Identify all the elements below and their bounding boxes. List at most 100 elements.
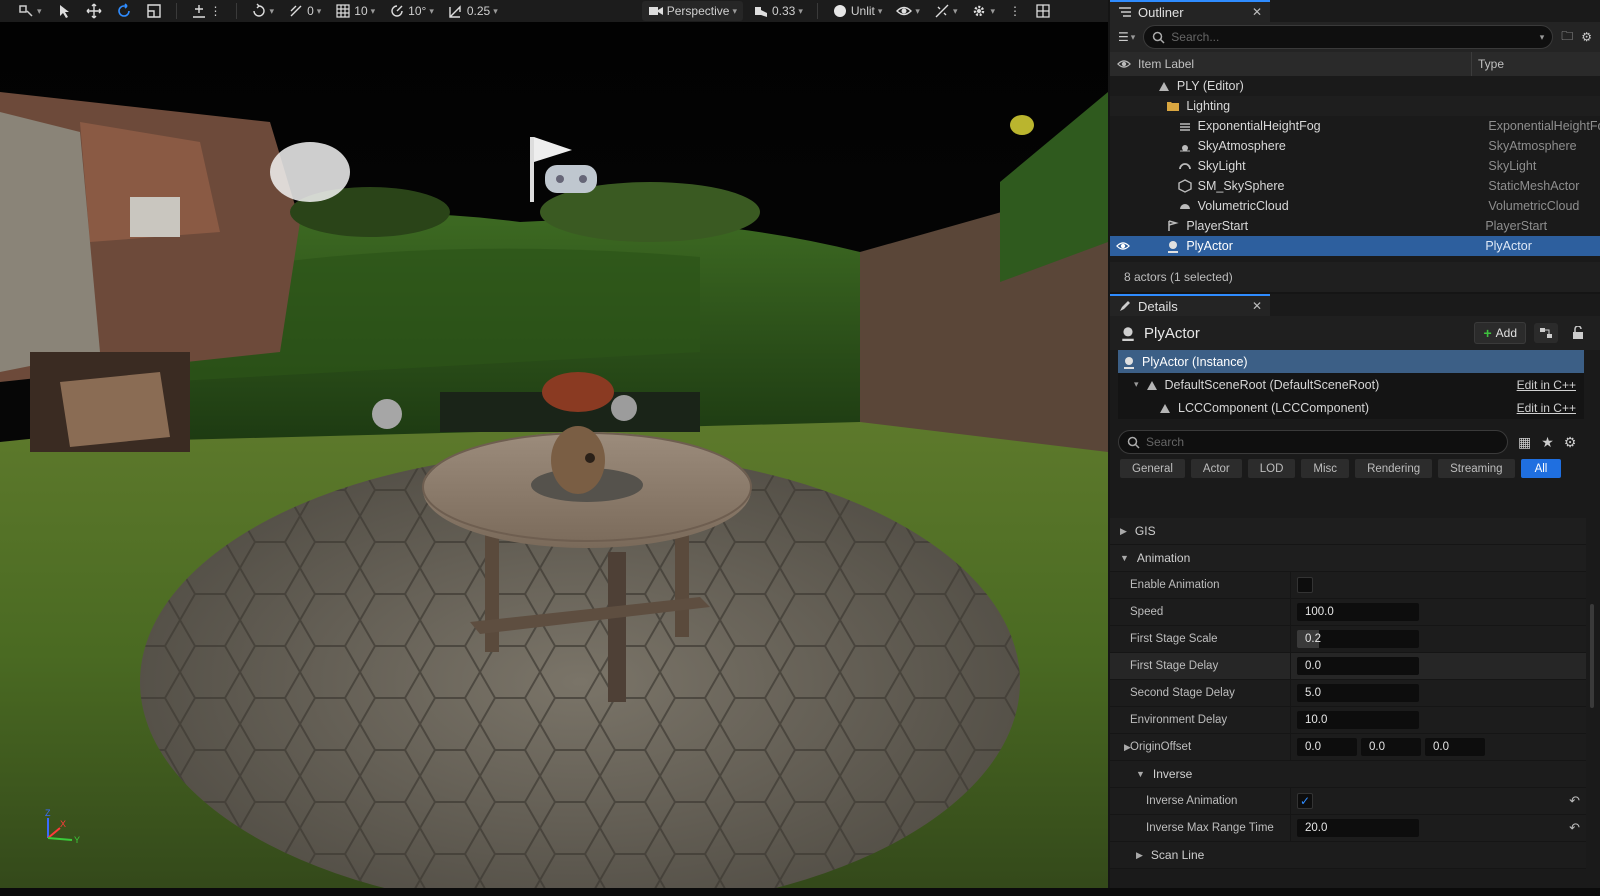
view-mode-button[interactable]: Perspective ▾ [641, 1, 743, 21]
viewport-more-button[interactable]: ⋮ [1005, 1, 1025, 21]
category-gis[interactable]: ▶ GIS [1110, 518, 1586, 545]
star-icon[interactable]: ★ [1541, 434, 1554, 451]
edit-in-cpp-link[interactable]: Edit in C++ [1517, 378, 1576, 392]
tree-row-folder[interactable]: Lighting [1110, 96, 1600, 116]
close-icon[interactable]: ✕ [1252, 5, 1262, 19]
table-view-icon[interactable]: ▦ [1518, 434, 1531, 451]
actor-name[interactable]: PlyActor [1144, 325, 1466, 342]
tree-row[interactable]: SkyLight SkyLight [1110, 156, 1600, 176]
camera-speed-button[interactable]: 0.33 ▾ [749, 1, 807, 21]
chevron-down-icon: ▼ [1136, 769, 1145, 779]
camera-speed-icon [754, 7, 767, 17]
component-row[interactable]: ▾ DefaultSceneRoot (DefaultSceneRoot) Ed… [1118, 373, 1584, 396]
component-row-instance[interactable]: PlyActor (Instance) [1118, 350, 1584, 373]
close-icon[interactable]: ✕ [1252, 299, 1262, 313]
tree-row-selected[interactable]: PlyActor PlyActor [1110, 236, 1600, 256]
origin-offset-x-input[interactable]: 0.0 [1297, 738, 1357, 756]
translate-tool-button[interactable] [82, 1, 106, 21]
first-stage-delay-input[interactable]: 0.0 [1297, 657, 1419, 675]
tree-row[interactable]: VolumetricCloud VolumetricCloud [1110, 196, 1600, 216]
details-scrollbar[interactable] [1590, 604, 1594, 708]
add-component-button[interactable]: + Add [1474, 322, 1526, 344]
enable-animation-checkbox[interactable] [1297, 577, 1313, 593]
second-stage-delay-input[interactable]: 5.0 [1297, 684, 1419, 702]
chevron-down-icon: ▾ [316, 5, 322, 16]
surface-snap-button[interactable]: ⋮ [187, 1, 226, 21]
select-tool-button[interactable] [52, 1, 76, 21]
chevron-down-icon: ▾ [370, 5, 376, 16]
speed-input[interactable]: 100.0 [1297, 603, 1419, 621]
chevron-right-icon[interactable]: ▶ [1124, 742, 1131, 753]
tree-row[interactable]: SkyAtmosphere SkyAtmosphere [1110, 136, 1600, 156]
chevron-down-icon[interactable]: ▾ [1134, 379, 1139, 390]
tab-outliner[interactable]: Outliner ✕ [1110, 0, 1270, 22]
filter-rendering[interactable]: Rendering [1355, 459, 1433, 478]
chevron-down-icon: ▾ [990, 5, 996, 16]
grid-snap-button[interactable]: 10 ▾ [331, 1, 379, 21]
environment-delay-input[interactable]: 10.0 [1297, 711, 1419, 729]
outliner-search-input[interactable]: Search... ▾ [1143, 25, 1554, 49]
tree-row[interactable]: ExponentialHeightFog ExponentialHeightFo… [1110, 116, 1600, 136]
more-options-icon: ⋮ [209, 4, 222, 18]
filter-actor[interactable]: Actor [1190, 459, 1242, 478]
subcategory-scan-line[interactable]: ▶ Scan Line [1110, 842, 1586, 869]
tree-row[interactable]: PLY (Editor) [1110, 76, 1600, 96]
world-local-toggle[interactable]: ▾ [247, 1, 279, 21]
origin-offset-y-input[interactable]: 0.0 [1361, 738, 1421, 756]
lock-button[interactable] [1566, 323, 1590, 343]
viewport-settings-button[interactable]: ▾ [967, 1, 999, 21]
level-viewport[interactable]: Z X Y ▾ ⋮ ▾ 0 ▾ 10 ▾ 10° ▾ 0.25 ▾ Perspe… [0, 0, 1108, 896]
gear-icon[interactable]: ⚙ [1564, 434, 1577, 451]
eye-icon[interactable] [1117, 57, 1131, 71]
subcategory-inverse[interactable]: ▼ Inverse [1110, 761, 1586, 788]
filter-streaming[interactable]: Streaming [1438, 459, 1515, 478]
rotation-snap-button[interactable]: 0 ▾ [284, 1, 325, 21]
column-item-label[interactable]: Item Label [1138, 52, 1472, 76]
eye-icon[interactable] [1116, 239, 1131, 253]
blueprint-button[interactable] [1534, 323, 1558, 343]
chevron-down-icon[interactable]: ▾ [1540, 32, 1545, 43]
outliner-tab-bar: Outliner ✕ [1110, 0, 1600, 22]
component-row[interactable]: LCCComponent (LCCComponent) Edit in C++ [1118, 396, 1584, 419]
gear-icon[interactable]: ⚙ [1581, 30, 1592, 44]
chevron-right-icon: ▶ [1120, 525, 1127, 536]
actor-icon [1124, 356, 1134, 369]
filter-all[interactable]: All [1520, 459, 1562, 478]
scale-tool-button[interactable] [142, 1, 166, 21]
angle-snap-button[interactable]: 10° ▾ [385, 1, 438, 21]
tree-row[interactable]: PlayerStart PlayerStart [1110, 216, 1600, 236]
eye-icon [896, 6, 913, 16]
tab-details[interactable]: Details ✕ [1110, 294, 1270, 316]
lighting-mode-button[interactable]: Unlit ▾ [828, 1, 887, 21]
viewport-options-button[interactable]: ▾ [14, 1, 46, 21]
filter-general[interactable]: General [1120, 459, 1185, 478]
more-options-icon: ⋮ [1009, 4, 1022, 18]
details-search-input[interactable]: Search [1118, 430, 1508, 454]
first-stage-scale-input[interactable]: 0.2 [1297, 630, 1419, 648]
inverse-max-range-time-input[interactable]: 20.0 [1297, 819, 1419, 837]
column-type[interactable]: Type [1472, 57, 1504, 71]
viewport-scene[interactable]: Z X Y [0, 22, 1108, 896]
reset-to-default-icon[interactable]: ↶ [1569, 793, 1580, 809]
edit-in-cpp-link[interactable]: Edit in C++ [1517, 401, 1576, 415]
inverse-animation-checkbox[interactable]: ✓ [1297, 793, 1313, 809]
tree-row[interactable]: SM_SkySphere StaticMeshActor [1110, 176, 1600, 196]
filter-lod[interactable]: LOD [1247, 459, 1296, 478]
rotation-snap-value: 0 [307, 4, 314, 18]
property-origin-offset[interactable]: ▶ OriginOffset 0.0 0.0 0.0 [1110, 734, 1586, 761]
row-type: VolumetricCloud [1488, 199, 1580, 213]
category-animation[interactable]: ▼ Animation [1110, 545, 1586, 572]
show-flags-button[interactable]: ▾ [892, 1, 924, 21]
details-tab-label: Details [1138, 298, 1178, 314]
performance-button[interactable]: ▾ [930, 1, 962, 21]
filter-misc[interactable]: Misc [1301, 459, 1350, 478]
outliner-status: 8 actors (1 selected) [1110, 262, 1600, 292]
filter-button[interactable]: ☰ ▾ [1118, 30, 1135, 44]
origin-offset-z-input[interactable]: 0.0 [1425, 738, 1485, 756]
viewport-layout-button[interactable] [1031, 1, 1055, 21]
scale-snap-button[interactable]: 0.25 ▾ [444, 1, 502, 21]
add-folder-icon[interactable]: 🗀 [1561, 27, 1573, 48]
rotate-tool-button[interactable] [112, 1, 136, 21]
outliner-tree: PLY (Editor) Lighting ExponentialHeightF… [1110, 76, 1600, 256]
reset-to-default-icon[interactable]: ↶ [1569, 820, 1580, 836]
